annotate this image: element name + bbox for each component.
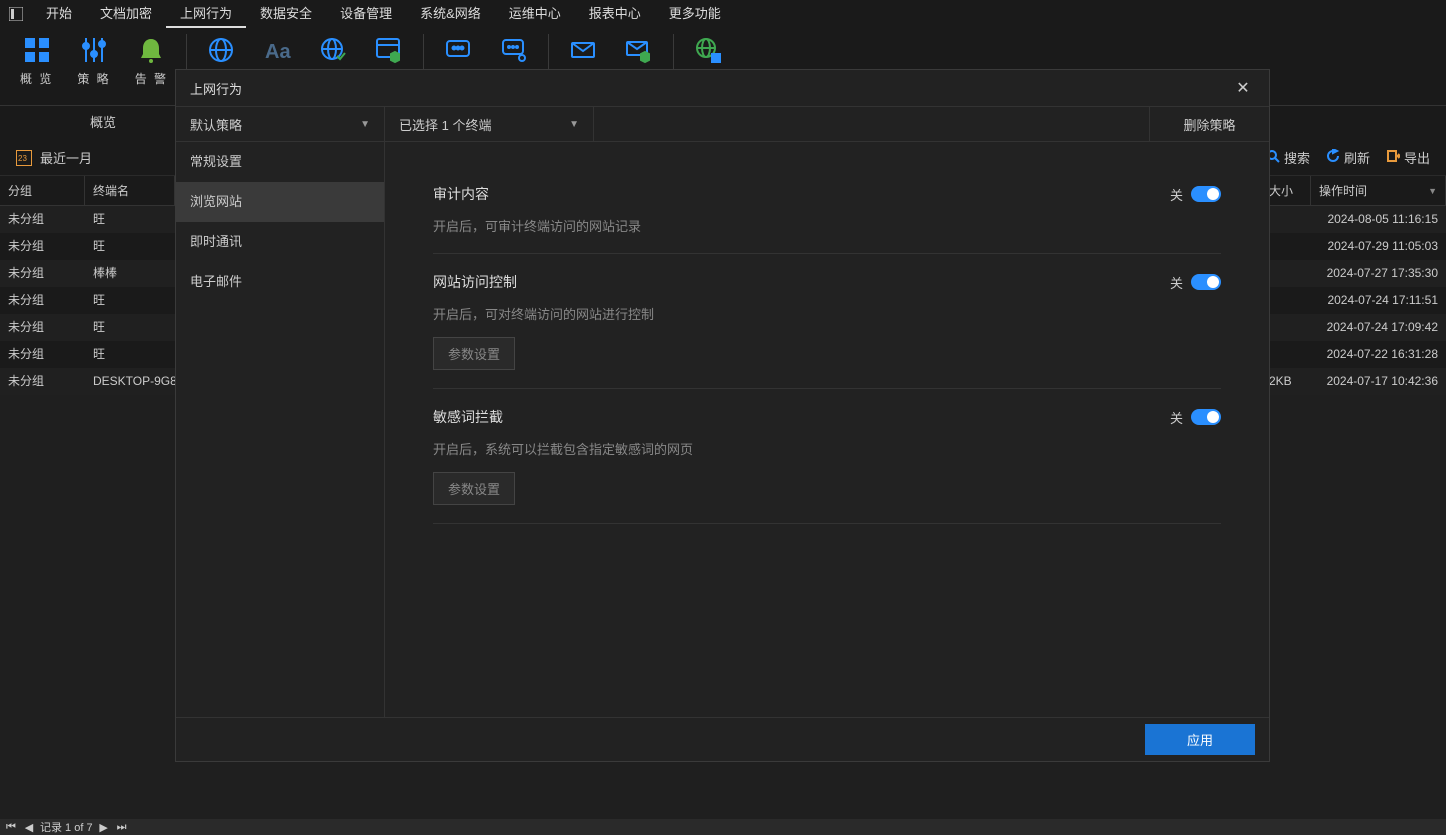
menubar-item[interactable]: 文档加密 (86, 0, 166, 28)
grid-icon (21, 34, 53, 66)
status-bar: ⏮ ◀ 记录 1 of 7 ▶ ⏭ (0, 819, 1446, 835)
calendar-icon[interactable] (16, 150, 32, 166)
sidebar-item[interactable]: 常规设置 (176, 142, 384, 182)
setting-toggle[interactable]: 关 (1170, 408, 1221, 427)
mail-shield-icon (623, 34, 655, 66)
globe-gear-icon (692, 34, 724, 66)
svg-text:Aa: Aa (265, 41, 291, 63)
setting-desc: 开启后，系统可以拦截包含指定敏感词的网页 (433, 439, 1221, 458)
menubar-item[interactable]: 数据安全 (246, 0, 326, 28)
bell-icon (135, 34, 167, 66)
refresh-button[interactable]: 刷新 (1326, 148, 1370, 167)
record-counter: 记录 1 of 7 (40, 819, 93, 835)
terminal-select[interactable]: 已选择 1 个终端 ▼ (385, 107, 594, 141)
col-optime[interactable]: 操作时间▼ (1311, 176, 1446, 205)
toggle-switch[interactable] (1191, 186, 1221, 202)
policy-select[interactable]: 默认策略 ▼ (176, 107, 385, 141)
page-last[interactable]: ⏭ (115, 821, 129, 834)
chevron-down-icon: ▼ (360, 119, 370, 130)
chevron-down-icon: ▼ (569, 119, 579, 130)
menubar-item[interactable]: 系统&网络 (406, 0, 495, 28)
chat-user-icon (498, 34, 530, 66)
delete-policy-label: 删除策略 (1183, 115, 1235, 134)
internet-behavior-dialog: 上网行为 ✕ 默认策略 ▼ 已选择 1 个终端 ▼ 删除策略 常规设置浏览网站即… (175, 69, 1270, 762)
ribbon-text[interactable]: Aa (249, 34, 305, 66)
refresh-icon (1326, 149, 1340, 166)
toggle-switch[interactable] (1191, 274, 1221, 290)
dialog-titlebar: 上网行为 ✕ (176, 70, 1269, 106)
ribbon-globe-block[interactable] (680, 34, 736, 66)
col-group[interactable]: 分组 (0, 176, 85, 205)
page-prev[interactable]: ◀ (22, 821, 36, 834)
search-button[interactable]: 搜索 (1266, 148, 1310, 167)
toggle-label: 关 (1170, 185, 1183, 204)
ribbon-label: 策 略 (77, 70, 110, 87)
period-label[interactable]: 最近一月 (40, 148, 92, 167)
browser-shield-icon (373, 34, 405, 66)
setting-desc: 开启后，可审计终端访问的网站记录 (433, 216, 1221, 235)
setting-title: 网站访问控制 (433, 272, 517, 292)
close-button[interactable]: ✕ (1231, 76, 1255, 100)
export-button[interactable]: 导出 (1386, 148, 1430, 167)
dialog-sidebar: 常规设置浏览网站即时通讯电子邮件 (176, 142, 385, 717)
delete-policy-button[interactable]: 删除策略 (1149, 107, 1269, 141)
sliders-icon (78, 34, 110, 66)
menubar-item[interactable]: 报表中心 (575, 0, 655, 28)
ribbon-label: 概 览 (20, 70, 53, 87)
ribbon-globe-check[interactable] (305, 34, 361, 66)
terminal-select-label: 已选择 1 个终端 (399, 115, 491, 134)
globe-icon (205, 34, 237, 66)
param-settings-button[interactable]: 参数设置 (433, 472, 515, 505)
sidebar-item[interactable]: 浏览网站 (176, 182, 384, 222)
globe-check-icon (317, 34, 349, 66)
ribbon-web-shield[interactable] (361, 34, 417, 66)
menubar-item[interactable]: 设备管理 (326, 0, 406, 28)
sidebar-item[interactable]: 即时通讯 (176, 222, 384, 262)
menubar-item[interactable]: 更多功能 (655, 0, 735, 28)
page-first[interactable]: ⏮ (4, 821, 18, 834)
menubar-item[interactable]: 运维中心 (495, 0, 575, 28)
ribbon-alarm[interactable]: 告 警 (123, 34, 180, 87)
setting-block: 网站访问控制 关 开启后，可对终端访问的网站进行控制参数设置 (433, 254, 1221, 389)
param-settings-button[interactable]: 参数设置 (433, 337, 515, 370)
chat-icon (442, 34, 474, 66)
export-label: 导出 (1404, 148, 1430, 167)
ribbon-chat[interactable] (430, 34, 486, 66)
ribbon-mail-shield[interactable] (611, 34, 667, 66)
menubar-item[interactable]: 开始 (32, 0, 86, 28)
policy-select-label: 默认策略 (190, 115, 242, 134)
dialog-content: 审计内容 关 开启后，可审计终端访问的网站记录 网站访问控制 关 开启后，可对终… (385, 142, 1269, 717)
dialog-selector-row: 默认策略 ▼ 已选择 1 个终端 ▼ 删除策略 (176, 106, 1269, 142)
page-next[interactable]: ▶ (97, 821, 111, 834)
col-terminal[interactable]: 终端名 (85, 176, 175, 205)
app-logo-icon[interactable] (8, 6, 24, 22)
mail-icon (567, 34, 599, 66)
apply-button[interactable]: 应用 (1145, 724, 1255, 755)
export-icon (1386, 149, 1400, 166)
ribbon-globe[interactable] (193, 34, 249, 66)
refresh-label: 刷新 (1344, 148, 1370, 167)
setting-desc: 开启后，可对终端访问的网站进行控制 (433, 304, 1221, 323)
search-label: 搜索 (1284, 148, 1310, 167)
toggle-label: 关 (1170, 273, 1183, 292)
setting-block: 审计内容 关 开启后，可审计终端访问的网站记录 (433, 166, 1221, 254)
dialog-title: 上网行为 (190, 79, 242, 98)
toggle-label: 关 (1170, 408, 1183, 427)
setting-title: 审计内容 (433, 184, 489, 204)
setting-toggle[interactable]: 关 (1170, 273, 1221, 292)
ribbon-overview[interactable]: 概 览 (8, 34, 65, 87)
toggle-switch[interactable] (1191, 409, 1221, 425)
setting-block: 敏感词拦截 关 开启后，系统可以拦截包含指定敏感词的网页参数设置 (433, 389, 1221, 524)
setting-title: 敏感词拦截 (433, 407, 503, 427)
sidebar-item[interactable]: 电子邮件 (176, 262, 384, 302)
text-aa-icon: Aa (261, 34, 293, 66)
ribbon-chat-user[interactable] (486, 34, 542, 66)
ribbon-mail[interactable] (555, 34, 611, 66)
setting-toggle[interactable]: 关 (1170, 185, 1221, 204)
ribbon-label: 告 警 (135, 70, 168, 87)
menubar-item[interactable]: 上网行为 (166, 0, 246, 28)
menubar: 开始文档加密上网行为数据安全设备管理系统&网络运维中心报表中心更多功能 (0, 0, 1446, 28)
ribbon-policy[interactable]: 策 略 (65, 34, 122, 87)
dialog-footer: 应用 (176, 717, 1269, 761)
